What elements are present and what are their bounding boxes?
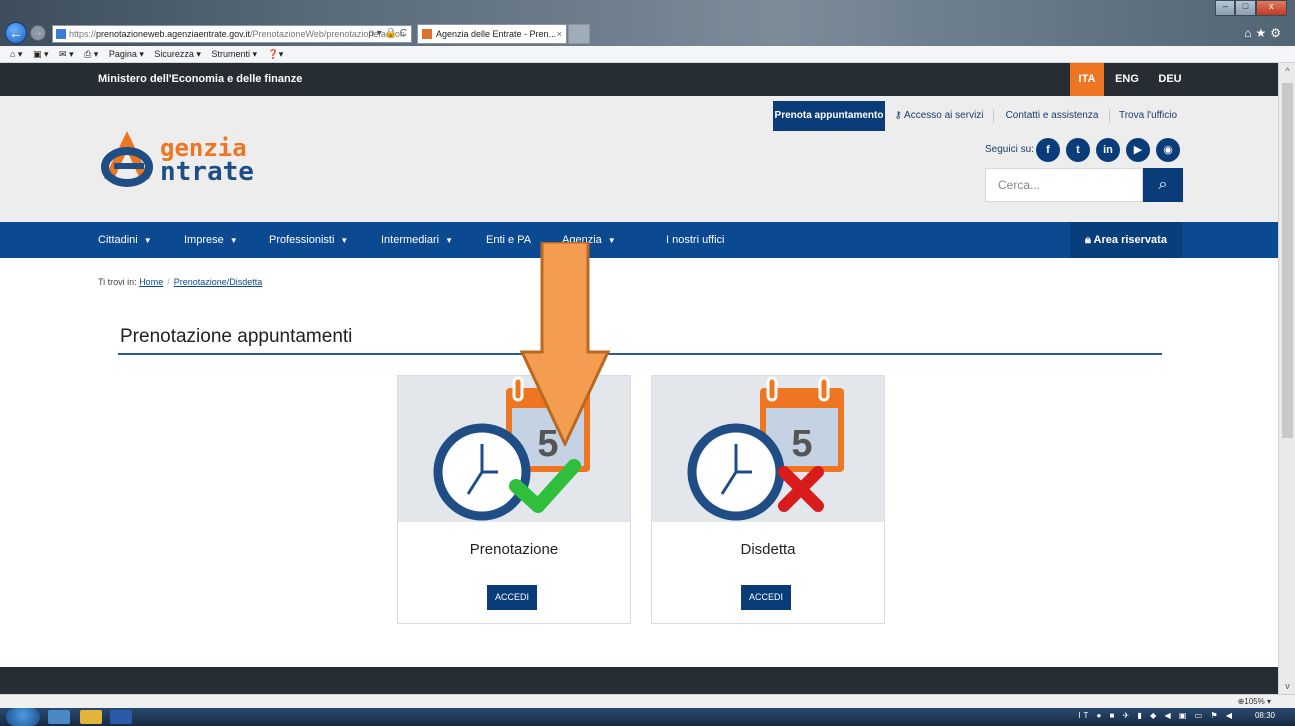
chevron-down-icon: ▼	[229, 236, 238, 245]
search-input[interactable]: Cerca...	[985, 168, 1143, 202]
logo-line2: ntrate	[160, 157, 254, 187]
address-tools-icon[interactable]: ρ ▾ 🔒 C	[368, 26, 407, 42]
accedi-button[interactable]: ACCEDI	[487, 585, 537, 610]
status-bar: ⊕105% ▾	[0, 694, 1295, 708]
facebook-icon[interactable]: f	[1036, 138, 1060, 162]
windows-taskbar: IT ● ■ ✈ ▮ ◆ ◀ ▣ ▭ ⚑ ◀ 08:30	[0, 708, 1295, 726]
calendar-clock-cross-icon: 5	[687, 376, 844, 521]
ie-taskbar-icon[interactable]	[48, 710, 70, 724]
area-riservata-button[interactable]: 🔒︎ Area riservata	[1070, 222, 1182, 258]
word-taskbar-icon[interactable]	[110, 710, 132, 724]
tab-title: Agenzia delle Entrate - Pren...	[436, 29, 557, 39]
card-title: Prenotazione	[469, 541, 559, 558]
site-footer	[0, 667, 1278, 694]
input-language: IT	[1078, 711, 1092, 720]
mail-icon[interactable]: ✉ ▾	[59, 49, 74, 59]
card-title: Disdetta	[740, 541, 796, 558]
browser-tab[interactable]: Agenzia delle Entrate - Pren... ×	[417, 24, 567, 44]
command-bar: ⌂ ▾ ▣ ▾ ✉ ▾ ⎙ ▾ Pagina ▾ Sicurezza ▾ Str…	[0, 46, 1295, 63]
feeds-icon[interactable]: ▣ ▾	[33, 49, 49, 59]
cmd-sicurezza[interactable]: Sicurezza ▾	[154, 49, 201, 59]
breadcrumb-home[interactable]: Home	[139, 277, 163, 287]
chevron-down-icon: ▼	[445, 236, 453, 245]
nav-prenota-appuntamento[interactable]: Prenota appuntamento	[773, 101, 885, 131]
maximize-icon[interactable]: □	[1235, 0, 1256, 16]
lock-icon: 🔒︎	[1085, 234, 1094, 246]
url-host: prenotazioneweb.agenziaentrate.gov.it	[96, 29, 250, 39]
start-button-icon[interactable]	[6, 708, 40, 726]
page-scrollbar[interactable]: ^ v	[1278, 63, 1295, 694]
site-header: genzia ntrate Prenota appuntamento ⚷ Acc…	[0, 96, 1278, 222]
logo-wordmark[interactable]: genzia ntrate	[160, 136, 254, 187]
accedi-button[interactable]: ACCEDI	[741, 585, 791, 610]
back-arrow-icon[interactable]: ←	[5, 22, 27, 44]
annotation-arrow-icon	[520, 242, 610, 446]
scroll-up-icon[interactable]: ^	[1279, 63, 1295, 79]
agenzia-logo-icon[interactable]	[100, 129, 154, 187]
nav-trova-ufficio[interactable]: Trova l'ufficio	[1108, 101, 1188, 131]
nav-professionisti[interactable]: Professionisti ▼	[269, 222, 348, 258]
breadcrumb-prefix: Ti trovi in:	[98, 277, 137, 287]
address-bar[interactable]: https://prenotazioneweb.agenziaentrate.g…	[52, 25, 412, 43]
title-divider	[118, 353, 1162, 355]
key-icon: ⚷	[894, 110, 905, 121]
twitter-icon[interactable]: t	[1066, 138, 1090, 162]
accesso-label: Accesso ai servizi	[904, 110, 984, 121]
lang-ita[interactable]: ITA	[1070, 63, 1104, 96]
nav-contatti-assistenza[interactable]: Contatti e assistenza	[998, 101, 1110, 131]
social-label: Seguici su:	[985, 144, 1034, 155]
rss-icon[interactable]: ◉	[1156, 138, 1180, 162]
home-menu-icon[interactable]: ⌂ ▾	[10, 49, 22, 59]
tab-favicon-icon	[422, 29, 432, 39]
zoom-level[interactable]: 105%	[1244, 697, 1264, 706]
cmd-strumenti[interactable]: Strumenti ▾	[211, 49, 257, 59]
scroll-down-icon[interactable]: v	[1279, 678, 1295, 694]
contatti-label: Contatti e assistenza	[1005, 110, 1099, 121]
url-prefix: https://	[69, 29, 97, 39]
card-image: 5	[652, 376, 884, 522]
new-tab-button[interactable]	[568, 24, 590, 44]
nav-accesso-servizi[interactable]: ⚷ Accesso ai servizi	[888, 101, 994, 131]
search-icon[interactable]: ⌕	[1143, 168, 1183, 202]
main-navbar: Cittadini ▼ Imprese ▼ Professionisti ▼ Inte…	[0, 222, 1278, 258]
browser-titlebar: ← → https://prenotazioneweb.agenziaentra…	[0, 0, 1295, 46]
nav-cittadini[interactable]: Cittadini ▼	[98, 222, 152, 258]
home-star-gear-icons[interactable]: ⌂★⚙	[1244, 26, 1285, 40]
lang-eng[interactable]: ENG	[1110, 63, 1144, 96]
lang-deu[interactable]: DEU	[1152, 63, 1188, 96]
breadcrumb: Ti trovi in: Home / Prenotazione/Disdetta	[98, 277, 263, 287]
scroll-thumb[interactable]	[1282, 83, 1293, 438]
help-icon[interactable]: ❓▾	[268, 49, 284, 59]
nav-nostri-uffici[interactable]: I nostri uffici	[666, 222, 725, 258]
nav-intermediari[interactable]: Intermediari ▼	[381, 222, 453, 258]
nav-imprese[interactable]: Imprese ▼	[184, 222, 238, 258]
close-window-icon[interactable]: x	[1255, 0, 1287, 16]
cmd-pagina[interactable]: Pagina ▾	[109, 49, 144, 59]
explorer-taskbar-icon[interactable]	[80, 710, 102, 724]
chevron-down-icon: ▼	[340, 236, 349, 245]
site-favicon-icon	[56, 29, 66, 39]
linkedin-icon[interactable]: in	[1096, 138, 1120, 162]
tab-close-icon[interactable]: ×	[557, 25, 562, 43]
minimize-icon[interactable]: –	[1215, 0, 1236, 16]
window-controls: – □ x	[1215, 0, 1287, 16]
youtube-icon[interactable]: ▶	[1126, 138, 1150, 162]
page-title: Prenotazione appuntamenti	[120, 326, 353, 347]
card-disdetta[interactable]: 5 Disdetta ACCEDI	[651, 375, 885, 624]
chevron-down-icon: ▼	[143, 236, 152, 245]
svg-text:5: 5	[791, 423, 812, 465]
print-icon[interactable]: ⎙ ▾	[84, 49, 98, 59]
forward-arrow-icon[interactable]: →	[30, 25, 46, 41]
breadcrumb-current[interactable]: Prenotazione/Disdetta	[174, 277, 263, 287]
system-tray[interactable]: IT ● ■ ✈ ▮ ◆ ◀ ▣ ▭ ⚑ ◀	[1078, 711, 1235, 720]
top-strip: Ministero dell'Economia e delle finanze …	[0, 63, 1278, 96]
ministry-label[interactable]: Ministero dell'Economia e delle finanze	[98, 73, 302, 85]
taskbar-clock[interactable]: 08:30	[1255, 711, 1275, 720]
page-viewport: Ministero dell'Economia e delle finanze …	[0, 63, 1278, 694]
